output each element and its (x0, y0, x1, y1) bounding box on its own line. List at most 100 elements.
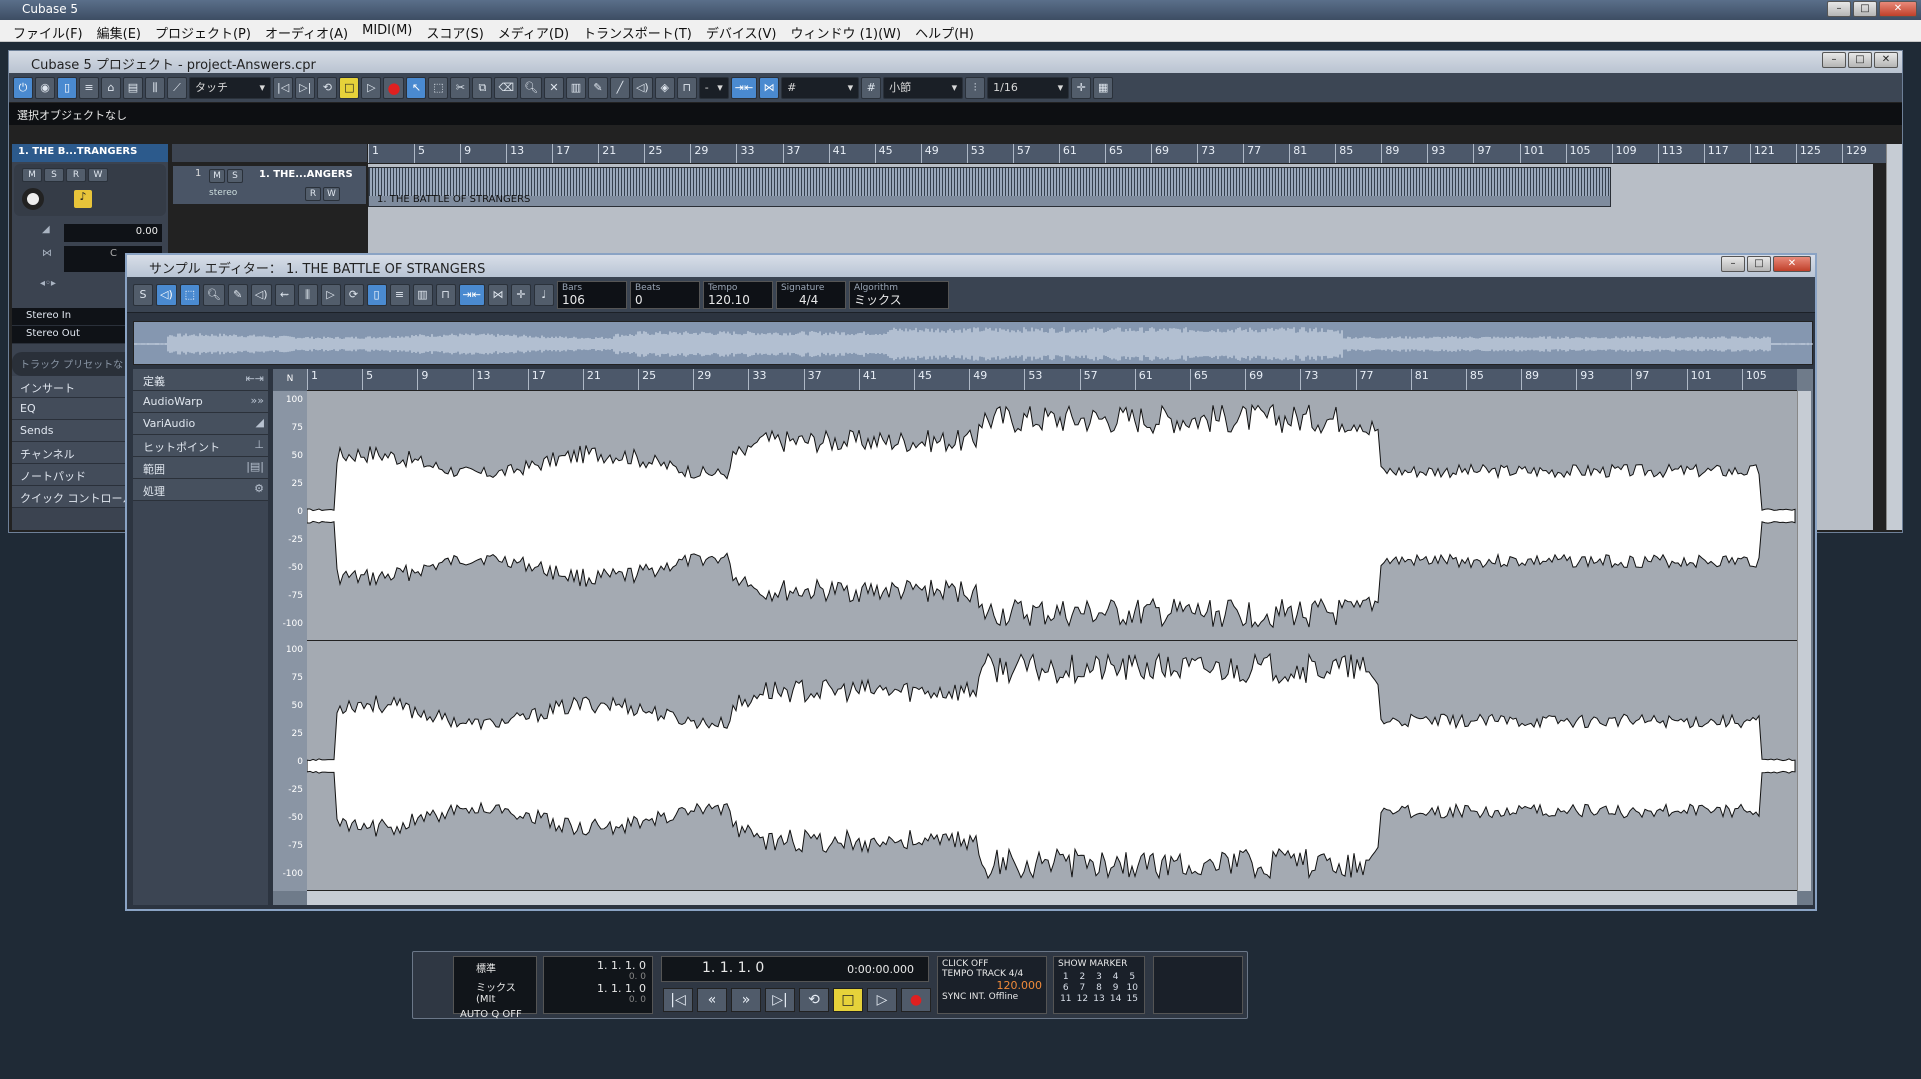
automation-mode-select[interactable]: タッチ (189, 76, 271, 99)
menu-score[interactable]: スコア(S) (419, 20, 490, 42)
close-button[interactable]: ✕ (1879, 1, 1917, 17)
activate-project-button[interactable]: ⏻ (13, 76, 33, 99)
menu-window[interactable]: ウィンドウ (1)(W) (784, 20, 909, 42)
loop-audition-button[interactable]: ⟳ (343, 283, 364, 306)
editor-maximize-button[interactable]: □ (1747, 256, 1771, 272)
ruler-format-button[interactable]: N (273, 369, 307, 391)
snap-zero-button[interactable]: ⋈ (759, 76, 780, 99)
color-palette-icon[interactable]: ▦ (1093, 76, 1114, 99)
fast-forward-button[interactable]: » (731, 988, 761, 1012)
menu-file[interactable]: ファイル(F) (6, 20, 90, 42)
marker-button[interactable]: 12 (1075, 994, 1091, 1004)
snap-editor-button[interactable]: ⇥⇤ (458, 283, 485, 306)
record-button[interactable]: ● (383, 76, 405, 99)
pencil-tool-icon[interactable]: ✎ (227, 283, 248, 306)
marker-button[interactable]: 6 (1058, 983, 1074, 993)
marker-button[interactable]: 7 (1075, 983, 1091, 993)
show-info-editor-button[interactable]: ≡ (389, 283, 410, 306)
marker-button[interactable]: 5 (1124, 972, 1140, 982)
show-overview-editor-button[interactable]: ▯ (366, 283, 387, 306)
editor-section-process[interactable]: 処理 ⚙ (133, 479, 268, 501)
project-ruler[interactable]: 1 5 9 13 17 21 25 29 33 37 41 45 49 53 57 61 65 69 73 77 81 8… (368, 144, 1888, 164)
range-select-tool-icon[interactable]: ⬚ (428, 76, 449, 99)
algorithm-field[interactable]: Algorithm ミックス (848, 280, 949, 309)
channel-left[interactable] (306, 391, 1797, 641)
mute-tool-icon[interactable]: ✕ (543, 76, 564, 99)
play-button[interactable]: ▷ (361, 76, 382, 99)
transport-mode-block[interactable]: 標準 ミックス(MIt AUTO Q OFF (453, 956, 537, 1020)
position-display[interactable]: 1. 1. 1. 0 0:00:00.000 (661, 956, 929, 982)
editor-section-range[interactable]: 範囲 |▤| (133, 457, 268, 479)
editor-close-button[interactable]: ✕ (1773, 256, 1811, 272)
minimize-button[interactable]: – (1827, 1, 1851, 17)
audio-event[interactable]: 1. THE BATTLE OF STRANGERS (368, 167, 1611, 207)
marker-button[interactable]: 4 (1108, 972, 1124, 982)
rewind-button[interactable]: « (697, 988, 727, 1012)
menu-edit[interactable]: 編集(E) (90, 20, 148, 42)
project-vertical-scrollbar[interactable] (1886, 144, 1902, 530)
marker-button[interactable]: 1 (1058, 972, 1074, 982)
solo-editor-button[interactable]: S (133, 283, 153, 306)
track-mute-button[interactable]: M (209, 169, 225, 183)
track-write-button[interactable]: W (323, 187, 340, 201)
editor-ruler[interactable]: 1 5 9 13 17 21 25 29 33 37 41 45 49 53 57 61 65 69 73 77 81 8… (307, 369, 1797, 391)
volume-value[interactable]: 0.00 (64, 224, 162, 242)
play-tool-icon-editor[interactable]: ◁) (250, 283, 272, 306)
nudge-select[interactable]: - (698, 76, 729, 99)
menu-devices[interactable]: デバイス(V) (699, 20, 784, 42)
transport-record-button[interactable]: ● (901, 988, 931, 1012)
go-to-start-button[interactable]: |◁ (273, 76, 294, 99)
draw-tool-icon[interactable]: ✎ (587, 76, 608, 99)
quantize-icon[interactable]: ⫶ (965, 76, 986, 99)
nudge-icon[interactable]: ⊓ (676, 76, 697, 99)
editor-section-variaudio[interactable]: VariAudio ◢ (133, 413, 268, 435)
transport-cycle-button[interactable]: ⟲ (799, 988, 829, 1012)
editor-section-hitpoints[interactable]: ヒットポイント ⊥ (133, 435, 268, 457)
marker-button[interactable]: 3 (1091, 972, 1107, 982)
marker-button[interactable]: 9 (1108, 983, 1124, 993)
waveform-overview[interactable] (133, 321, 1813, 365)
cycle-button[interactable]: ⟲ (317, 76, 338, 99)
grid-type-select[interactable]: # (781, 76, 860, 99)
bars-field[interactable]: Bars 106 (556, 280, 627, 309)
menu-audio[interactable]: オーディオ(A) (258, 20, 355, 42)
track-solo-button[interactable]: S (227, 169, 243, 183)
transport-to-end-button[interactable]: ▷| (765, 988, 795, 1012)
record-mode[interactable]: 標準 (460, 960, 530, 975)
beats-field[interactable]: Beats 0 (629, 280, 700, 309)
auto-scroll-button[interactable]: ✛ (510, 283, 531, 306)
signature-value[interactable]: 4/4 (1009, 969, 1023, 979)
comp-tool-icon[interactable]: ▥ (565, 76, 586, 99)
show-marker-button[interactable]: SHOW (1058, 959, 1086, 969)
marker-button[interactable]: 2 (1075, 972, 1091, 982)
menu-media[interactable]: メディア(D) (491, 20, 576, 42)
editor-section-definition[interactable]: 定義 ⇤⇥ (133, 369, 268, 391)
editor-vertical-scrollbar[interactable] (1797, 391, 1811, 891)
split-tool-icon[interactable]: ✂ (450, 76, 471, 99)
show-inspector-button[interactable]: ▯ (57, 76, 77, 99)
write-button[interactable]: W (88, 168, 108, 182)
timebase-icon[interactable]: ♪ (74, 190, 92, 208)
show-hitpoints-button[interactable]: ⊓ (435, 283, 456, 306)
tempo-label[interactable]: TEMPO (942, 969, 973, 979)
transport-play-button[interactable]: ▷ (867, 988, 897, 1012)
cycle-mode[interactable]: ミックス(MIt (460, 979, 530, 1005)
show-infoline-button[interactable]: ≡ (79, 76, 99, 99)
menu-transport[interactable]: トランスポート(T) (576, 20, 699, 42)
constrain-delay-button[interactable]: ◉ (35, 76, 55, 99)
editor-section-audiowarp[interactable]: AudioWarp»» (133, 391, 268, 413)
show-region-button[interactable]: ▥ (412, 283, 433, 306)
erase-tool-icon[interactable]: ⌫ (494, 76, 518, 99)
solo-button[interactable]: S (44, 168, 64, 182)
line-tool-icon[interactable]: ╱ (609, 76, 630, 99)
play-tool-icon[interactable]: ◁) (631, 76, 653, 99)
menu-midi[interactable]: MIDI(M) (355, 20, 419, 41)
crosshair-icon[interactable]: ✛ (1071, 76, 1092, 99)
tempo-value[interactable]: 120.000 (942, 979, 1043, 992)
track-row[interactable]: 1 M S 1. THE...ANGERS stereo R W (172, 165, 367, 205)
track-read-button[interactable]: R (305, 187, 321, 201)
go-to-end-button[interactable]: ▷| (295, 76, 316, 99)
audition-icon[interactable]: ◁) (156, 283, 177, 306)
zoom-tool-icon-editor[interactable]: 🔍︎ (202, 283, 225, 306)
show-overview-button[interactable]: ⌂ (101, 76, 121, 99)
